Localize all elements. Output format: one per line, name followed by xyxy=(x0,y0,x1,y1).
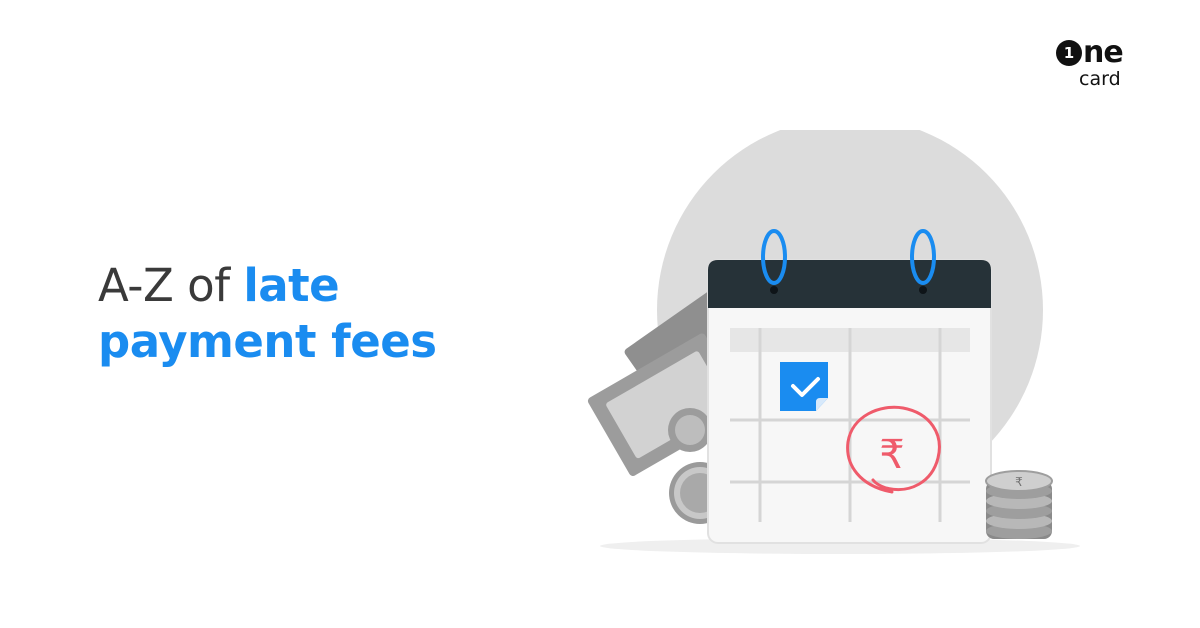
logo-word: ne xyxy=(1083,35,1124,70)
coin-rupee-label: ₹ xyxy=(1015,475,1023,489)
brand-logo: 1 ne card xyxy=(1056,38,1156,102)
headline: A-Z of late payment fees xyxy=(98,258,437,370)
logo-subtitle: card xyxy=(1079,68,1121,90)
logo-mark: 1 ne xyxy=(1056,35,1124,70)
headline-accent-1: late xyxy=(243,259,340,312)
rupee-label: ₹ xyxy=(879,432,904,478)
coin-stack-icon: ₹ xyxy=(985,470,1053,539)
calendar-illustration: ₹ ₹ xyxy=(587,130,1080,554)
calendar-icon: ₹ xyxy=(707,229,992,544)
logo-badge: 1 xyxy=(1056,40,1082,66)
headline-accent-2: payment fees xyxy=(98,315,437,368)
headline-prefix: A-Z of xyxy=(98,259,244,312)
